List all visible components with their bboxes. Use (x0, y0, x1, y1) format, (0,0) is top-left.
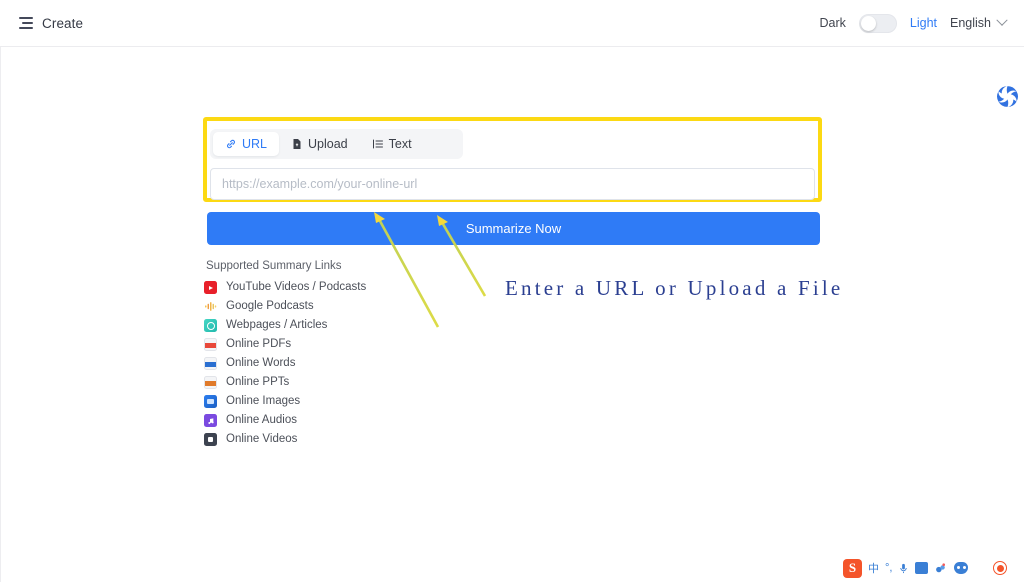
tab-text-label: Text (388, 136, 412, 151)
url-input[interactable] (210, 168, 815, 200)
page-left-divider (0, 47, 1, 582)
list-item-label: Online Images (226, 394, 301, 407)
input-mode-tabs: URL Upload Text (210, 129, 463, 159)
list-item-label: Online PPTs (226, 375, 290, 388)
toolbox-grid-icon[interactable] (974, 562, 987, 575)
microphone-glyph (900, 563, 908, 573)
list-item[interactable]: Online Audios (204, 411, 434, 430)
list-item-label: Online PDFs (226, 337, 292, 350)
list-item-label: Online Audios (226, 413, 297, 426)
youtube-icon (204, 281, 217, 294)
language-label: English (950, 16, 991, 30)
music-note-glyph (207, 417, 214, 424)
spiral-swirl-logo[interactable] (991, 80, 1024, 113)
flower-glyph (936, 562, 946, 572)
summarize-now-button[interactable]: Summarize Now (207, 212, 820, 245)
audio-file-icon (204, 414, 217, 427)
list-item[interactable]: Google Podcasts (204, 297, 434, 316)
chevron-down-icon (996, 14, 1008, 26)
list-item-label: Online Words (226, 356, 296, 369)
hamburger-list-icon[interactable] (19, 16, 33, 30)
list-item[interactable]: Online Words (204, 354, 434, 373)
spiral-swirl-icon (997, 86, 1018, 107)
theme-toggle-knob (860, 15, 876, 31)
sogou-logo-icon[interactable]: S (843, 558, 862, 578)
image-file-icon (204, 395, 217, 408)
list-item-label: YouTube Videos / Podcasts (226, 280, 367, 293)
annotation-text: Enter a URL or Upload a File (505, 276, 844, 300)
list-item[interactable]: Online Videos (204, 430, 434, 449)
punctuation-mode-icon[interactable]: °, (885, 562, 892, 574)
dark-mode-label[interactable]: Dark (819, 16, 845, 30)
tab-text[interactable]: Text (360, 132, 424, 156)
header-left-group: Create (0, 16, 83, 31)
list-item[interactable]: Webpages / Articles (204, 316, 434, 335)
ime-taskbar: S 中 °, (843, 557, 1008, 579)
emoji-icon[interactable] (954, 562, 969, 574)
webpage-icon (204, 319, 217, 332)
tab-upload[interactable]: Upload (279, 132, 360, 156)
voice-input-icon[interactable] (898, 562, 909, 575)
header-right-group: Dark Light English (819, 13, 1024, 33)
soft-keyboard-icon[interactable] (915, 562, 929, 574)
supported-links-list: YouTube Videos / Podcasts Google Podcast… (204, 278, 434, 449)
pdf-file-icon (204, 338, 217, 351)
list-item[interactable]: Online PDFs (204, 335, 434, 354)
chinese-mode-icon[interactable]: 中 (868, 560, 879, 576)
tab-url-label: URL (242, 136, 268, 151)
list-item-label: Webpages / Articles (226, 318, 328, 331)
google-podcasts-glyph (205, 302, 217, 311)
list-item-label: Online Videos (226, 432, 298, 445)
list-item[interactable]: Online PPTs (204, 373, 434, 392)
word-file-icon (204, 357, 217, 370)
tab-url[interactable]: URL (213, 132, 280, 156)
light-mode-label[interactable]: Light (910, 16, 937, 30)
ppt-file-icon (204, 376, 217, 389)
supported-links-title: Supported Summary Links (206, 260, 342, 272)
text-list-icon (372, 139, 383, 149)
list-item-label: Google Podcasts (226, 299, 314, 312)
settings-round-icon[interactable] (993, 561, 1008, 575)
tab-upload-label: Upload (308, 136, 348, 151)
list-item[interactable]: YouTube Videos / Podcasts (204, 278, 434, 297)
skin-flower-icon[interactable] (934, 562, 948, 575)
create-label[interactable]: Create (42, 16, 83, 31)
theme-toggle[interactable] (858, 13, 897, 33)
file-upload-icon (293, 139, 301, 149)
list-item[interactable]: Online Images (204, 392, 434, 411)
language-selector[interactable]: English (950, 14, 1008, 30)
video-file-icon (204, 433, 217, 446)
google-podcasts-icon (204, 300, 217, 313)
app-root: Create Dark Light English URL Upload Tex… (0, 0, 1024, 582)
top-header: Create Dark Light English (0, 0, 1024, 47)
link-chain-icon (227, 139, 235, 149)
